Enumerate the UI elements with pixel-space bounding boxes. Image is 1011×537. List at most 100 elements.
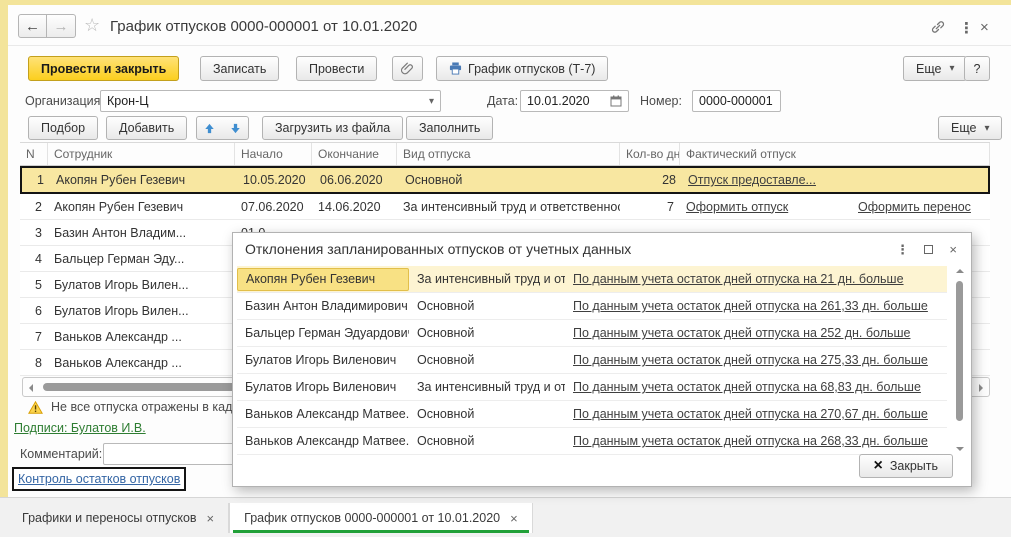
header-end[interactable]: Окончание	[312, 143, 397, 165]
date-value: 10.01.2020	[527, 94, 590, 108]
tab-close-icon[interactable]: ×	[510, 511, 518, 526]
cell-number: 5	[20, 278, 48, 292]
application-window: ← → ☆ График отпусков 0000-000001 от 10.…	[0, 0, 1011, 537]
tab-label: Графики и переносы отпусков	[22, 511, 197, 525]
scroll-left-icon[interactable]	[29, 384, 33, 392]
pick-button[interactable]: Подбор	[28, 116, 98, 140]
form-more-button[interactable]: Еще ▾	[903, 56, 967, 81]
dialog-vertical-scrollbar[interactable]	[953, 269, 967, 451]
cell-employee: Бальцер Герман Эду...	[48, 252, 235, 266]
deviation-link[interactable]: По данным учета остаток дней отпуска на …	[573, 353, 928, 367]
dialog-maximize-icon[interactable]	[924, 245, 933, 254]
deviation-row[interactable]: Булатов Игорь ВиленовичОсновнойПо данным…	[237, 347, 947, 374]
back-button[interactable]: ←	[18, 14, 47, 38]
deviation-link[interactable]: По данным учета остаток дней отпуска на …	[573, 299, 928, 313]
cell-deviation: По данным учета остаток дней отпуска на …	[565, 353, 947, 367]
deviation-row[interactable]: Ваньков Александр Матвее...Основной По да…	[237, 428, 947, 455]
forward-button[interactable]: →	[47, 14, 76, 38]
cell-deviation: По данным учета остаток дней отпуска на …	[565, 407, 947, 421]
dialog-close-button[interactable]: × Закрыть	[859, 454, 954, 478]
cell-deviation: По данным учета остаток дней отпуска на …	[565, 326, 947, 340]
cell-employee: Ваньков Александр ...	[48, 356, 235, 370]
bottom-tab[interactable]: График отпусков 0000-000001 от 10.01.202…	[229, 503, 533, 533]
transfer-vacation-link[interactable]: Оформить перенос	[858, 200, 971, 214]
organization-field[interactable]: Крон-Ц ▾	[100, 90, 441, 112]
cell-number: 6	[20, 304, 48, 318]
signatures-link[interactable]: Подписи: Булатов И.В.	[14, 421, 146, 435]
fact-vacation-link[interactable]: Оформить отпуск	[686, 200, 788, 214]
fact-vacation-link[interactable]: Отпуск предоставле...	[688, 173, 816, 187]
post-and-close-button[interactable]: Провести и закрыть	[28, 56, 179, 81]
cell-number: 7	[20, 330, 48, 344]
number-field[interactable]: 0000-000001	[692, 90, 781, 112]
cell-vacation-type: Основной	[409, 299, 565, 313]
header-fact[interactable]: Фактический отпуск	[680, 143, 990, 165]
vacation-balance-control-link[interactable]: Контроль остатков отпусков	[18, 472, 180, 486]
scroll-up-icon[interactable]	[956, 269, 964, 273]
table-header-row: N Сотрудник Начало Окончание Вид отпуска…	[20, 142, 990, 166]
calendar-icon[interactable]	[610, 95, 622, 107]
control-link-focus-frame: Контроль остатков отпусков	[12, 467, 186, 491]
print-schedule-button[interactable]: График отпусков (Т-7)	[436, 56, 608, 81]
header-employee[interactable]: Сотрудник	[48, 143, 235, 165]
cell-number: 4	[20, 252, 48, 266]
bottom-tab[interactable]: Графики и переносы отпусков ×	[8, 503, 229, 533]
fill-button[interactable]: Заполнить	[406, 116, 493, 140]
scroll-down-icon[interactable]	[956, 447, 964, 451]
print-schedule-label: График отпусков (Т-7)	[468, 62, 595, 76]
cell-end: 14.06.2020	[312, 200, 397, 214]
deviation-row[interactable]: Акопян Рубен ГезевичЗа интенсивный труд …	[237, 266, 947, 293]
cell-number: 3	[20, 226, 48, 240]
dialog-menu-icon[interactable]: ⋮	[896, 242, 909, 258]
favorite-star-icon[interactable]: ☆	[84, 16, 100, 34]
post-button[interactable]: Провести	[296, 56, 377, 81]
paperclip-icon	[401, 62, 414, 76]
table-row[interactable]: 1Акопян Рубен Гезевич10.05.202006.06.202…	[20, 166, 990, 194]
header-start[interactable]: Начало	[235, 143, 312, 165]
window-menu-icon[interactable]: ⋮	[959, 19, 974, 37]
scroll-right-icon[interactable]	[979, 384, 983, 392]
window-close-icon[interactable]: ×	[980, 19, 989, 36]
move-up-button[interactable]	[196, 116, 223, 140]
cell-vacation-type: Основной	[409, 326, 565, 340]
table-row[interactable]: 2Акопян Рубен Гезевич07.06.202014.06.202…	[20, 194, 990, 220]
cell-days: 7	[620, 200, 680, 214]
cell-employee: Булатов Игорь Виленович	[237, 380, 409, 394]
deviation-row[interactable]: Базин Антон ВладимировичОсновнойПо данны…	[237, 293, 947, 320]
warning-icon	[28, 401, 43, 414]
tab-close-icon[interactable]: ×	[207, 511, 215, 526]
deviation-link[interactable]: По данным учета остаток дней отпуска на …	[573, 380, 921, 394]
dialog-close-icon[interactable]: ×	[949, 242, 957, 257]
nav-history-group: ← →	[18, 14, 76, 38]
deviation-row[interactable]: Ваньков Александр Матвее...ОсновнойПо да…	[237, 401, 947, 428]
deviation-row[interactable]: Булатов Игорь ВиленовичЗа интенсивный тр…	[237, 374, 947, 401]
deviation-link[interactable]: По данным учета остаток дней отпуска на …	[573, 407, 928, 421]
organization-dropdown-icon[interactable]: ▾	[429, 96, 434, 107]
write-button[interactable]: Записать	[200, 56, 279, 81]
load-from-file-button[interactable]: Загрузить из файла	[262, 116, 403, 140]
header-n[interactable]: N	[20, 143, 48, 165]
cell-vacation-type: Основной	[409, 434, 565, 448]
date-field[interactable]: 10.01.2020	[520, 90, 629, 112]
dialog-scrollbar-thumb[interactable]	[956, 281, 963, 421]
cell-vacation-type: Основной	[409, 353, 565, 367]
deviation-row[interactable]: Бальцер Герман ЭдуардовичОсновнойПо данн…	[237, 320, 947, 347]
deviation-link[interactable]: По данным учета остаток дней отпуска на …	[573, 272, 904, 286]
header-days[interactable]: Кол-во дн.	[620, 143, 680, 165]
cell-type: За интенсивный труд и ответственность	[397, 200, 620, 214]
window-accent-left	[0, 5, 8, 497]
cell-employee: Акопян Рубен Гезевич	[237, 268, 409, 291]
cell-end: 06.06.2020	[314, 173, 399, 187]
add-button[interactable]: Добавить	[106, 116, 187, 140]
arrow-down-icon	[230, 123, 241, 134]
cell-employee: Ваньков Александр Матвее...	[237, 434, 409, 448]
deviation-link[interactable]: По данным учета остаток дней отпуска на …	[573, 326, 911, 340]
header-type[interactable]: Вид отпуска	[397, 143, 620, 165]
deviation-link[interactable]: По данным учета остаток дней отпуска на …	[573, 434, 928, 448]
list-more-button[interactable]: Еще ▾	[938, 116, 1002, 140]
attachments-button[interactable]	[392, 56, 423, 81]
help-button[interactable]: ?	[964, 56, 990, 81]
cell-employee: Акопян Рубен Гезевич	[48, 200, 235, 214]
get-link-icon[interactable]	[930, 19, 946, 35]
move-down-button[interactable]	[222, 116, 249, 140]
